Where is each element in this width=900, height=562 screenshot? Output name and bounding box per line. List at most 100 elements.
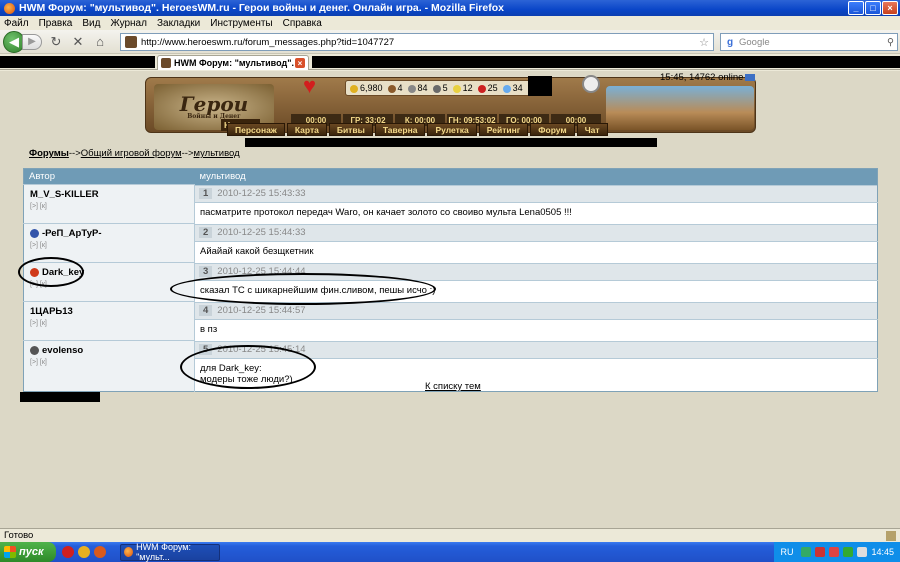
breadcrumb-topic[interactable]: мультивод (194, 148, 240, 159)
author-links[interactable]: [>] [к] (30, 320, 188, 327)
home-icon[interactable]: ⌂ (92, 34, 108, 50)
message-header: 2 2010-12-25 15:44:33 (195, 223, 877, 241)
url-text[interactable]: http://www.heroeswm.ru/forum_messages.ph… (141, 37, 699, 48)
menu-edit[interactable]: Правка (39, 18, 73, 29)
system-tray: RU 14:45 (774, 542, 900, 562)
bookmark-star-icon[interactable]: ☆ (699, 36, 709, 49)
window-title: HWM Форум: "мультивод". HeroesWM.ru - Ге… (19, 2, 504, 14)
tab-close-icon[interactable]: × (295, 58, 305, 68)
author-name[interactable]: evolenso (42, 345, 83, 356)
tab-favicon-icon (161, 58, 171, 68)
address-bar[interactable]: http://www.heroeswm.ru/forum_messages.ph… (120, 33, 714, 51)
reload-icon[interactable]: ↻ (48, 34, 64, 50)
author-links[interactable]: [>] [к] (30, 203, 188, 210)
back-to-topics-link[interactable]: К списку тем (425, 381, 481, 392)
ore-icon (407, 84, 416, 93)
game-nav: Персонаж Карта Битвы Таверна Рулетка Рей… (227, 123, 608, 136)
post-number[interactable]: 4 (199, 305, 213, 316)
nav-roulette[interactable]: Рулетка (427, 123, 477, 136)
search-box[interactable]: g Google ⚲ (720, 33, 898, 51)
author-cell: Dark_key [>] [к] (23, 262, 195, 302)
author-name[interactable]: M_V_S-KILLER (30, 189, 99, 200)
maximize-button[interactable]: □ (865, 1, 881, 15)
clan-icon (30, 346, 39, 355)
author-links[interactable]: [>] [к] (30, 281, 188, 288)
clan-icon (30, 229, 39, 238)
table-row: -РеП_АрТуР- [>] [к] 2 2010-12-25 15:44:33 (23, 223, 878, 263)
author-name[interactable]: 1ЦАРЬ13 (30, 306, 73, 317)
stop-icon[interactable]: ✕ (70, 34, 86, 50)
window-title-bar: HWM Форум: "мультивод". HeroesWM.ru - Ге… (0, 0, 900, 16)
taskbar-firefox-window[interactable]: HWM Форум: "мульт... (120, 542, 220, 562)
crystal-icon (477, 84, 486, 93)
google-icon[interactable]: g (724, 36, 736, 48)
nav-map[interactable]: Карта (286, 123, 327, 136)
table-row: M_V_S-KILLER [>] [к] 1 2010-12-25 15:43:3… (23, 184, 878, 224)
post-number[interactable]: 1 (199, 188, 213, 199)
redaction-bar (20, 392, 100, 402)
tab-forum[interactable]: HWM Форум: "мультивод". Геро... × (157, 55, 309, 70)
resource-crystal: 25 (477, 83, 498, 93)
language-indicator[interactable]: RU (780, 547, 793, 557)
menu-tools[interactable]: Инструменты (210, 18, 272, 29)
message-header: 1 2010-12-25 15:43:33 (195, 184, 877, 202)
status-bar: Готово (0, 528, 900, 542)
tray-icon[interactable] (815, 547, 826, 557)
firefox-icon[interactable] (94, 546, 106, 558)
breadcrumb: Форумы-->Общий игровой форум-->мультивод (29, 148, 240, 159)
tray-icon[interactable] (857, 547, 868, 557)
minimize-button[interactable]: _ (848, 1, 864, 15)
gems-icon (502, 84, 511, 93)
message-body: Айайай какой безщкетник (194, 240, 878, 263)
post-number[interactable]: 2 (199, 227, 213, 238)
search-icon[interactable]: ⚲ (887, 37, 894, 48)
search-input[interactable]: Google (739, 37, 887, 48)
tray-icon[interactable] (801, 547, 812, 557)
close-button[interactable]: × (882, 1, 898, 15)
ie-icon[interactable] (78, 546, 90, 558)
author-name[interactable]: Dark_key (42, 267, 84, 278)
forward-button[interactable]: ▶ (22, 33, 42, 50)
clan-icon (30, 268, 39, 277)
breadcrumb-section[interactable]: Общий игровой форум (81, 148, 182, 159)
author-links[interactable]: [>] [к] (30, 242, 188, 249)
author-name[interactable]: -РеП_АрТуР- (42, 228, 102, 239)
resource-sulfur: 12 (452, 83, 473, 93)
nav-chat[interactable]: Чат (576, 123, 608, 136)
resource-ore: 84 (407, 83, 428, 93)
nav-tavern[interactable]: Таверна (374, 123, 426, 136)
breadcrumb-forums[interactable]: Форумы (29, 148, 69, 159)
author-links[interactable]: [>] [к] (30, 359, 188, 366)
nav-battles[interactable]: Битвы (328, 123, 373, 136)
resource-mercury: 5 (432, 83, 448, 93)
menu-bookmarks[interactable]: Закладки (157, 18, 200, 29)
tray-icon[interactable] (843, 547, 854, 557)
logo-title: Герои (179, 92, 249, 116)
message-body: пасматрите протокол передач Waro, он кач… (194, 201, 878, 224)
post-number[interactable]: 3 (199, 266, 213, 277)
redaction-bar (528, 76, 552, 96)
menu-file[interactable]: Файл (4, 18, 29, 29)
tab-label: HWM Форум: "мультивод". Геро... (174, 58, 295, 68)
table-row: evolenso [>] [к] 5 2010-12-25 15:45:14 (23, 340, 878, 391)
mercury-icon (432, 84, 441, 93)
resource-gold: 6,980 (350, 83, 383, 93)
mail-icon[interactable] (745, 73, 756, 81)
column-topic: мультивод (194, 168, 878, 185)
post-number[interactable]: 5 (199, 344, 213, 355)
nav-character[interactable]: Персонаж (227, 123, 285, 136)
message-body: в пз (194, 318, 878, 341)
nav-forum[interactable]: Форум (530, 123, 575, 136)
opera-icon[interactable] (62, 546, 74, 558)
menu-history[interactable]: Журнал (110, 18, 147, 29)
message-header: 3 2010-12-25 15:44:44 (195, 262, 877, 280)
nav-rating[interactable]: Рейтинг (478, 123, 529, 136)
clock: 14:45 (871, 547, 894, 557)
menu-help[interactable]: Справка (283, 18, 322, 29)
start-button[interactable]: пуск (0, 542, 56, 562)
message-body: сказал ТС с шикарнейшим фин.сливом, пешы… (194, 279, 878, 302)
resource-gems: 34 (502, 83, 523, 93)
menu-view[interactable]: Вид (82, 18, 100, 29)
tray-icon[interactable] (829, 547, 840, 557)
post-date: 2010-12-25 15:44:44 (217, 266, 306, 277)
